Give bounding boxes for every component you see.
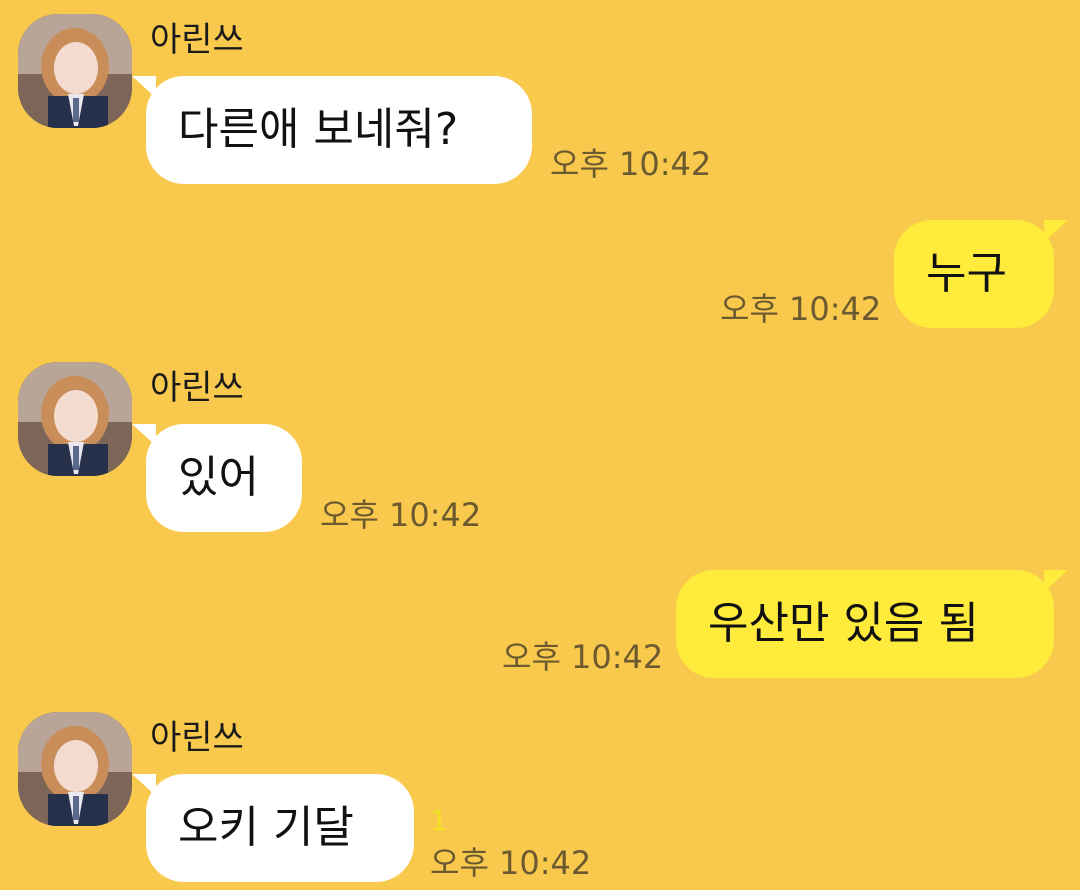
message-timestamp: 오후 10:42 [550, 145, 712, 183]
chat-room: 아린쓰 다른애 보네줘? 오후 10:42 누구 오후 10:42 아린쓰 있어… [0, 0, 1080, 890]
message-text: 있어 [178, 452, 259, 503]
message-timestamp: 오후 10:42 [720, 290, 882, 328]
sender-avatar[interactable] [18, 362, 132, 476]
sender-avatar[interactable] [18, 712, 132, 826]
profile-photo-icon [18, 712, 132, 826]
sender-name: 아린쓰 [150, 368, 244, 408]
profile-photo-icon [18, 362, 132, 476]
message-bubble[interactable]: 있어 [132, 424, 302, 532]
message-bubble[interactable]: 오키 기달 [132, 774, 414, 882]
message-text: 다른애 보네줘? [178, 104, 459, 155]
message-bubble[interactable]: 우산만 있음 됨 [676, 570, 1068, 678]
bubble-tail [132, 424, 156, 446]
sender-name: 아린쓰 [150, 20, 244, 60]
message-timestamp: 오후 10:42 [430, 844, 592, 882]
message-timestamp: 오후 10:42 [502, 638, 664, 676]
message-text: 우산만 있음 됨 [708, 598, 979, 649]
sender-avatar[interactable] [18, 14, 132, 128]
message-timestamp: 오후 10:42 [320, 496, 482, 534]
bubble-tail [132, 774, 156, 796]
bubble-tail [132, 76, 156, 98]
message-text: 오키 기달 [178, 802, 354, 853]
message-bubble[interactable]: 다른애 보네줘? [132, 76, 532, 184]
profile-photo-icon [18, 14, 132, 128]
bubble-tail [1044, 220, 1068, 242]
message-bubble[interactable]: 누구 [894, 220, 1068, 328]
sender-name: 아린쓰 [150, 718, 244, 758]
unread-count-badge: 1 [430, 804, 448, 837]
message-text: 누구 [926, 248, 1007, 299]
bubble-tail [1044, 570, 1068, 592]
